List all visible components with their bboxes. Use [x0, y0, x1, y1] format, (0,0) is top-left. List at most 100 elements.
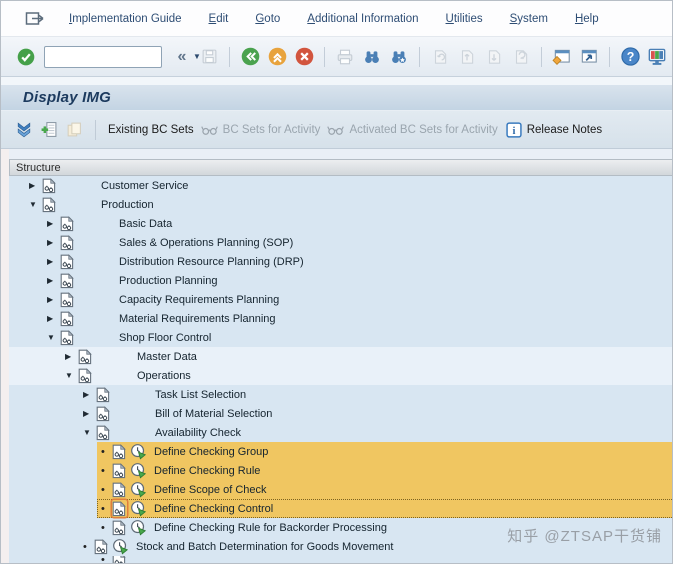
tree-node-label[interactable]: Define Scope of Check: [154, 484, 267, 496]
tree-node-label[interactable]: Distribution Resource Planning (DRP): [119, 256, 304, 268]
tree-row[interactable]: ▶ Sales & Operations Planning (SOP): [9, 233, 672, 252]
tree-node-label[interactable]: Shop Floor Control: [119, 332, 211, 344]
img-node-icon: [42, 177, 57, 194]
expand-node-icon[interactable]: ▶: [83, 390, 96, 399]
tree-row-content: ▶ Sales & Operations Planning (SOP): [9, 233, 672, 252]
expand-node-icon[interactable]: ▶: [47, 219, 60, 228]
collapse-node-icon[interactable]: ▼: [83, 428, 96, 437]
tree-row[interactable]: ▶ Material Requirements Planning: [9, 309, 672, 328]
existing-bc-sets-button[interactable]: Existing BC Sets: [108, 124, 194, 136]
expand-node-icon[interactable]: ▶: [47, 257, 60, 266]
tree-row[interactable]: ▼ Availability Check: [9, 423, 672, 442]
tree-row[interactable]: ▶ Production Planning: [9, 271, 672, 290]
expand-node-icon[interactable]: ▶: [47, 314, 60, 323]
img-node-icon: [96, 405, 111, 422]
img-node-icon: [112, 462, 127, 479]
tree-node-label[interactable]: Task List Selection: [155, 389, 246, 401]
img-tree: ▶ Customer Service ▼ Production ▶ Basic Data ▶…: [9, 176, 672, 563]
tree-node-label[interactable]: Operations: [137, 370, 191, 382]
tree-node-label[interactable]: Define Checking Rule for Backorder Proce…: [154, 522, 387, 534]
sap-screen-icon[interactable]: [25, 10, 47, 28]
menu-item-edit[interactable]: Edit: [209, 13, 229, 25]
execute-activity-icon[interactable]: [130, 462, 147, 479]
enter-icon[interactable]: [15, 47, 37, 67]
tree-row[interactable]: ▶ Task List Selection: [9, 385, 672, 404]
help-icon[interactable]: ?: [619, 47, 641, 67]
tree-node-label[interactable]: Basic Data: [119, 218, 172, 230]
double-down-chevron-icon[interactable]: [15, 122, 33, 138]
tree-node-label[interactable]: Capacity Requirements Planning: [119, 294, 279, 306]
expand-node-icon[interactable]: ▶: [47, 238, 60, 247]
menu-item-additional-information[interactable]: Additional Information: [307, 13, 418, 25]
tree-row[interactable]: ▶ Capacity Requirements Planning: [9, 290, 672, 309]
expand-node-icon[interactable]: ▶: [47, 276, 60, 285]
clipboard-icon: [65, 122, 83, 138]
tree-row[interactable]: ▶ Distribution Resource Planning (DRP): [9, 252, 672, 271]
tree-row[interactable]: ▼ Production: [9, 195, 672, 214]
doc-plus-icon[interactable]: [40, 122, 58, 138]
tree-node-label[interactable]: Material Requirements Planning: [119, 313, 276, 325]
customize-layout-icon[interactable]: [646, 47, 668, 67]
leaf-bullet-icon: •: [101, 556, 105, 563]
command-field-wrapper: ▼: [44, 45, 201, 68]
tree-node-label[interactable]: Bill of Material Selection: [155, 408, 272, 420]
tree-node-label[interactable]: Stock and Batch Determination for Goods …: [136, 541, 393, 553]
execute-activity-icon[interactable]: [130, 481, 147, 498]
tree-row[interactable]: ▶ Customer Service: [9, 176, 672, 195]
tree-node-label[interactable]: Define Checking Control: [154, 503, 273, 515]
collapse-node-icon[interactable]: ▼: [65, 371, 78, 380]
tree-row[interactable]: ▶ Basic Data: [9, 214, 672, 233]
tree-row[interactable]: ▼ Shop Floor Control: [9, 328, 672, 347]
menu-item-goto[interactable]: Goto: [255, 13, 280, 25]
tree-row[interactable]: ▶ Bill of Material Selection: [9, 404, 672, 423]
tree-node-label[interactable]: Customer Service: [101, 180, 188, 192]
execute-activity-icon[interactable]: [112, 538, 129, 555]
expand-node-icon[interactable]: ▶: [47, 295, 60, 304]
collapse-node-icon[interactable]: ▼: [29, 200, 42, 209]
sap-gui-window: { "menubar": { "window_icon": "sap-scree…: [0, 0, 673, 564]
activated-bc-sets-for-activity-button: Activated BC Sets for Activity: [327, 122, 498, 138]
page-title: Display IMG: [23, 89, 112, 106]
tree-row-content: ▶ Material Requirements Planning: [9, 309, 672, 328]
find-icon[interactable]: [361, 47, 383, 67]
watermark: 知乎 @ZTSAP干货铺: [507, 528, 662, 545]
tree-node-label[interactable]: Master Data: [137, 351, 197, 363]
toolbar-separator: [609, 46, 610, 67]
exit-icon[interactable]: [266, 47, 288, 67]
menu-item-utilities[interactable]: Utilities: [446, 13, 483, 25]
collapse-toolbar-icon[interactable]: «: [171, 47, 193, 67]
find-next-icon[interactable]: [388, 47, 410, 67]
tree-row[interactable]: • Define Scope of Check: [9, 480, 672, 499]
tree-row[interactable]: ▶ Master Data: [9, 347, 672, 366]
execute-activity-icon[interactable]: [130, 519, 147, 536]
img-node-icon: [96, 386, 111, 403]
expand-node-icon[interactable]: ▶: [29, 181, 42, 190]
expand-node-icon[interactable]: ▶: [65, 352, 78, 361]
menu-item-system[interactable]: System: [510, 13, 548, 25]
execute-activity-icon[interactable]: [130, 443, 147, 460]
tree-row[interactable]: • Define Checking Group: [9, 442, 672, 461]
tree-node-label[interactable]: Availability Check: [155, 427, 241, 439]
create-shortcut-icon[interactable]: [578, 47, 600, 67]
menu-item-implementation-guide[interactable]: Implementation Guide: [69, 13, 182, 25]
back-icon[interactable]: [239, 47, 261, 67]
cancel-icon[interactable]: [293, 47, 315, 67]
menu-item-help[interactable]: Help: [575, 13, 599, 25]
tree-row[interactable]: ▼ Operations: [9, 366, 672, 385]
tree-row-content: ▶ Task List Selection: [9, 385, 672, 404]
collapse-node-icon[interactable]: ▼: [47, 333, 60, 342]
tree-node-label[interactable]: Define Checking Group: [154, 446, 268, 458]
new-session-icon[interactable]: [551, 47, 573, 67]
tree-row[interactable]: • Define Checking Rule: [9, 461, 672, 480]
img-node-icon: [94, 538, 109, 555]
tree-node-label[interactable]: Define Checking Rule: [154, 465, 260, 477]
tree-node-label[interactable]: Sales & Operations Planning (SOP): [119, 237, 293, 249]
tree-row[interactable]: • Define Checking Control: [9, 499, 672, 518]
expand-node-icon[interactable]: ▶: [83, 409, 96, 418]
app-toolbar-button-label: Existing BC Sets: [108, 123, 194, 136]
tree-node-label[interactable]: Production Planning: [119, 275, 217, 287]
tree-node-label[interactable]: Production: [101, 199, 154, 211]
release-notes-button[interactable]: i Release Notes: [505, 121, 602, 138]
execute-activity-icon[interactable]: [130, 500, 147, 517]
toolbar-separator: [229, 46, 230, 67]
